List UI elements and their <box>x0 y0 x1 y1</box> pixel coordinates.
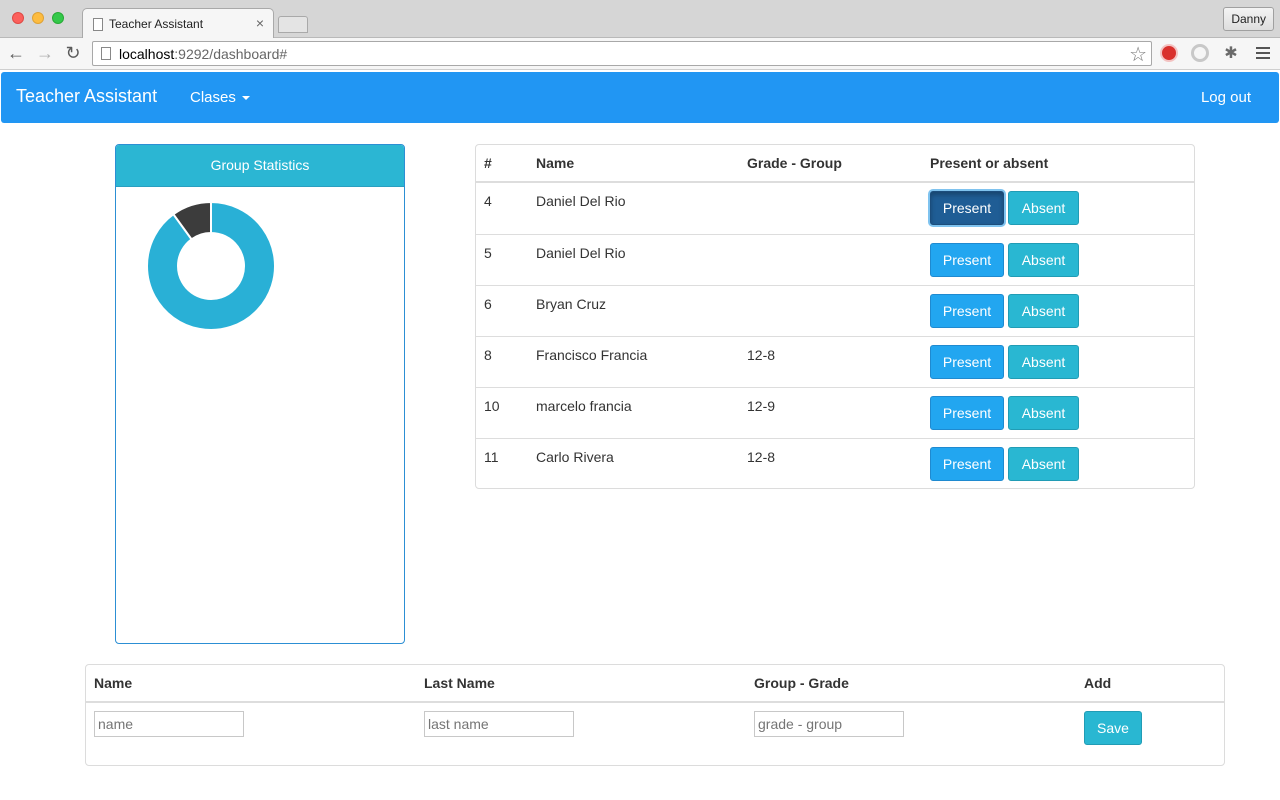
add-student-form: Name Last Name Group - Grade Add Save <box>85 664 1225 766</box>
header-add: Add <box>1084 675 1112 691</box>
wheel-extension-icon[interactable] <box>1191 44 1211 64</box>
row-id: 11 <box>484 449 499 465</box>
url-path: :9292/dashboard# <box>174 46 288 62</box>
profile-button[interactable]: Danny <box>1223 7 1274 31</box>
browser-toolbar: ← → ↻ localhost:9292/dashboard# ☆ ✱ <box>0 38 1280 70</box>
app-navbar: Teacher Assistant Clases Log out <box>1 72 1279 123</box>
header-last-name: Last Name <box>424 675 495 691</box>
absent-button[interactable]: Absent <box>1008 191 1079 225</box>
absent-button[interactable]: Absent <box>1008 345 1079 379</box>
row-name: Bryan Cruz <box>536 296 607 312</box>
row-name: Daniel Del Rio <box>536 193 626 209</box>
new-tab-button[interactable] <box>278 16 308 33</box>
row-grade: 12-8 <box>747 347 776 363</box>
row-name: marcelo francia <box>536 398 632 414</box>
absent-button[interactable]: Absent <box>1008 243 1079 277</box>
table-row: 11 Carlo Rivera 12-8 Present Absent <box>476 438 1194 489</box>
panel-heading: Group Statistics <box>116 145 404 187</box>
forward-icon[interactable]: → <box>35 43 55 63</box>
table-row: 10 marcelo francia 12-9 Present Absent <box>476 387 1194 438</box>
row-grade: 12-9 <box>747 398 776 414</box>
attendance-table: # Name Grade - Group Present or absent 4… <box>475 144 1195 489</box>
header-name: Name <box>536 155 575 171</box>
row-id: 6 <box>484 296 492 312</box>
menu-icon[interactable] <box>1253 44 1273 64</box>
row-grade: 12-8 <box>747 449 776 465</box>
header-name: Name <box>94 675 133 691</box>
name-input[interactable] <box>94 711 244 737</box>
present-button[interactable]: Present <box>930 191 1004 225</box>
zoom-window-button[interactable] <box>52 12 64 24</box>
url-text: localhost:9292/dashboard# <box>119 46 287 62</box>
form-header: Name Last Name Group - Grade Add <box>86 665 1224 703</box>
clases-label: Clases <box>190 89 236 106</box>
group-statistics-chart <box>146 201 276 331</box>
present-button[interactable]: Present <box>930 345 1004 379</box>
header-group-grade: Group - Grade <box>754 675 849 691</box>
present-button[interactable]: Present <box>930 396 1004 430</box>
header-status: Present or absent <box>930 155 1049 171</box>
row-id: 4 <box>484 193 492 209</box>
header-grade: Grade - Group <box>747 155 842 171</box>
page-icon <box>101 47 111 60</box>
tab-title: Teacher Assistant <box>109 17 204 31</box>
table-row: 6 Bryan Cruz Present Absent <box>476 285 1194 336</box>
present-button[interactable]: Present <box>930 447 1004 481</box>
browser-tab-strip: Teacher Assistant × Danny <box>0 0 1280 39</box>
clases-dropdown[interactable]: Clases <box>190 89 250 106</box>
row-id: 5 <box>484 245 492 261</box>
reload-icon[interactable]: ↻ <box>63 43 83 63</box>
group-grade-input[interactable] <box>754 711 904 737</box>
row-name: Carlo Rivera <box>536 449 614 465</box>
address-bar[interactable]: localhost:9292/dashboard# ☆ <box>92 41 1152 66</box>
present-button[interactable]: Present <box>930 294 1004 328</box>
table-header: # Name Grade - Group Present or absent <box>476 145 1194 183</box>
save-button[interactable]: Save <box>1084 711 1142 745</box>
row-name: Daniel Del Rio <box>536 245 626 261</box>
table-row: 8 Francisco Francia 12-8 Present Absent <box>476 336 1194 387</box>
minimize-window-button[interactable] <box>32 12 44 24</box>
row-name: Francisco Francia <box>536 347 648 363</box>
url-host: localhost <box>119 46 175 62</box>
puzzle-extension-icon[interactable]: ✱ <box>1221 44 1241 64</box>
table-row: 4 Daniel Del Rio Present Absent <box>476 183 1194 234</box>
absent-button[interactable]: Absent <box>1008 396 1079 430</box>
stop-extension-icon[interactable] <box>1160 44 1180 64</box>
brand-link[interactable]: Teacher Assistant <box>16 86 157 107</box>
absent-button[interactable]: Absent <box>1008 294 1079 328</box>
table-row: 5 Daniel Del Rio Present Absent <box>476 234 1194 285</box>
group-statistics-panel: Group Statistics <box>115 144 405 644</box>
present-button[interactable]: Present <box>930 243 1004 277</box>
absent-button[interactable]: Absent <box>1008 447 1079 481</box>
page-icon <box>93 18 103 31</box>
bookmark-star-icon[interactable]: ☆ <box>1129 42 1147 67</box>
back-icon[interactable]: ← <box>6 43 26 63</box>
browser-tab[interactable]: Teacher Assistant × <box>82 8 274 39</box>
logout-link[interactable]: Log out <box>1201 89 1251 106</box>
last-name-input[interactable] <box>424 711 574 737</box>
close-window-button[interactable] <box>12 12 24 24</box>
close-tab-icon[interactable]: × <box>256 15 264 31</box>
header-id: # <box>484 155 492 171</box>
row-id: 10 <box>484 398 500 414</box>
caret-down-icon <box>241 96 250 101</box>
row-id: 8 <box>484 347 492 363</box>
